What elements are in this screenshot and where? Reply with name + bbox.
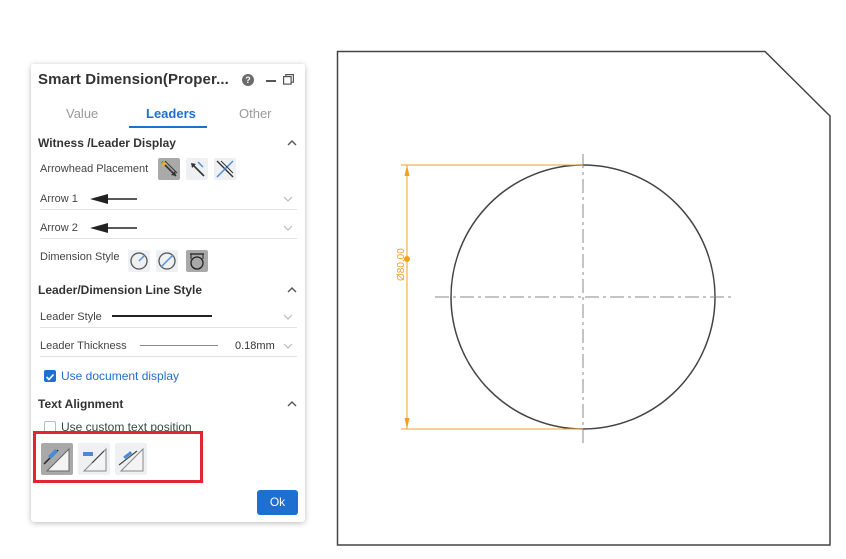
drawing-sheet[interactable]: Ø80.00	[336, 50, 832, 547]
checkmark-icon	[45, 373, 55, 381]
tab-leaders[interactable]: Leaders	[146, 106, 196, 121]
chevron-down-icon[interactable]	[283, 314, 293, 320]
arrowhead-smart-button[interactable]	[214, 158, 236, 180]
help-icon[interactable]: ?	[242, 74, 254, 86]
arrowhead-placement-label: Arrowhead Placement	[40, 163, 149, 175]
use-document-display-checkbox[interactable]	[44, 370, 56, 382]
leader-thickness-value: 0.18mm	[235, 340, 275, 352]
leader-style-dropdown[interactable]: Leader Style	[40, 306, 297, 328]
tab-bar: Value Leaders Other	[31, 102, 305, 128]
section-leader-line-style[interactable]: Leader/Dimension Line Style	[31, 283, 305, 299]
chevron-up-icon[interactable]	[287, 400, 297, 408]
leader-style-label: Leader Style	[40, 311, 102, 323]
chevron-down-icon[interactable]	[283, 196, 293, 202]
arrowhead-inside-icon	[191, 161, 205, 177]
arrowhead-outside-icon	[161, 160, 178, 177]
use-document-display-label: Use document display	[61, 369, 180, 383]
chevron-down-icon[interactable]	[283, 225, 293, 231]
arrow2-label: Arrow 2	[40, 222, 78, 234]
arrow2-dropdown[interactable]: Arrow 2	[40, 217, 297, 239]
leader-style-swatch	[112, 315, 212, 317]
chevron-down-icon[interactable]	[283, 343, 293, 349]
arrowhead-placement-row: Arrowhead Placement	[40, 158, 297, 182]
radius-style-button[interactable]	[128, 250, 150, 272]
section-title: Text Alignment	[38, 397, 124, 411]
section-title: Leader/Dimension Line Style	[38, 283, 203, 297]
sheet-border	[336, 50, 831, 546]
minimize-icon[interactable]	[266, 80, 276, 82]
arrowhead-smart-icon	[216, 160, 234, 178]
arrowhead-outside-button[interactable]	[158, 158, 180, 180]
arrow1-label: Arrow 1	[40, 193, 78, 205]
chevron-up-icon[interactable]	[287, 286, 297, 294]
active-tab-underline	[129, 126, 207, 128]
panel-title: Smart Dimension(Proper...	[38, 71, 229, 88]
restore-icon[interactable]	[283, 74, 294, 85]
highlight-annotation-box	[33, 431, 203, 483]
diameter-style-icon	[158, 252, 176, 270]
arrowhead-inside-button[interactable]	[186, 158, 208, 180]
radius-style-icon	[130, 252, 148, 270]
section-title: Witness /Leader Display	[38, 136, 176, 150]
ok-button[interactable]: Ok	[257, 490, 298, 515]
leader-thickness-dropdown[interactable]: Leader Thickness 0.18mm	[40, 335, 297, 357]
use-document-display-row[interactable]: Use document display	[44, 369, 244, 385]
linear-diameter-style-icon	[190, 253, 204, 270]
tab-other[interactable]: Other	[239, 106, 272, 121]
row-divider	[40, 327, 297, 328]
row-divider	[40, 356, 297, 357]
leader-thickness-swatch	[140, 345, 218, 346]
row-divider	[40, 209, 297, 210]
panel-title-bar[interactable]: Smart Dimension(Proper... ?	[31, 64, 305, 96]
section-text-alignment[interactable]: Text Alignment	[31, 397, 305, 413]
dimension-style-row: Dimension Style	[40, 248, 297, 274]
dimension-style-label: Dimension Style	[40, 251, 120, 263]
arrow1-dropdown[interactable]: Arrow 1	[40, 188, 297, 210]
section-witness-leader-display[interactable]: Witness /Leader Display	[31, 136, 305, 152]
row-divider	[40, 238, 297, 239]
leader-thickness-label: Leader Thickness	[40, 340, 127, 352]
linear-diameter-style-button[interactable]	[186, 250, 208, 272]
dimension-text[interactable]: Ø80.00	[396, 248, 407, 281]
filled-arrow-icon	[90, 223, 137, 233]
tab-value[interactable]: Value	[66, 106, 98, 121]
diameter-style-button[interactable]	[156, 250, 178, 272]
filled-arrow-icon	[90, 194, 137, 204]
chevron-up-icon[interactable]	[287, 139, 297, 147]
